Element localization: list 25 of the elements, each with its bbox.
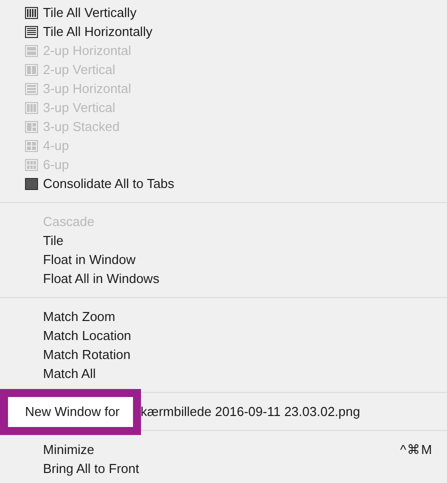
menu-item[interactable]: Tile All Horizontally	[0, 22, 447, 41]
highlight-box: New Window for	[0, 388, 141, 434]
two-rows-icon	[25, 44, 38, 56]
menu-item[interactable]: Tile	[0, 231, 447, 250]
menu-item[interactable]: Match Rotation	[0, 345, 447, 364]
vertical-columns-icon	[25, 6, 38, 18]
shortcut-label: ^⌘M	[400, 442, 433, 457]
two-columns-icon	[25, 64, 38, 76]
menu-item[interactable]: Consolidate All to Tabs	[0, 174, 447, 193]
menu-item[interactable]: Float in Window	[0, 250, 447, 269]
menu-item[interactable]: Match Zoom	[0, 307, 447, 326]
three-rows-icon	[25, 82, 38, 94]
menu-item[interactable]: Bring All to Front	[0, 459, 447, 478]
menu-item[interactable]: Match All	[0, 364, 447, 383]
filled-window-icon	[25, 178, 38, 190]
file-name: kærmbillede 2016-09-11 23.03.02.png	[140, 404, 360, 419]
menu-item[interactable]: Tile All Vertically	[0, 3, 447, 22]
menu-item[interactable]: Match Location	[0, 326, 447, 345]
menu-item[interactable]: Minimize ^⌘M	[0, 440, 447, 459]
four-panes-icon	[25, 140, 38, 152]
six-panes-icon	[25, 158, 38, 170]
stacked-panes-icon	[25, 120, 38, 132]
menu-item[interactable]: Float All in Windows	[0, 269, 447, 288]
horizontal-lines-icon	[25, 26, 38, 38]
three-columns-icon	[25, 102, 38, 114]
